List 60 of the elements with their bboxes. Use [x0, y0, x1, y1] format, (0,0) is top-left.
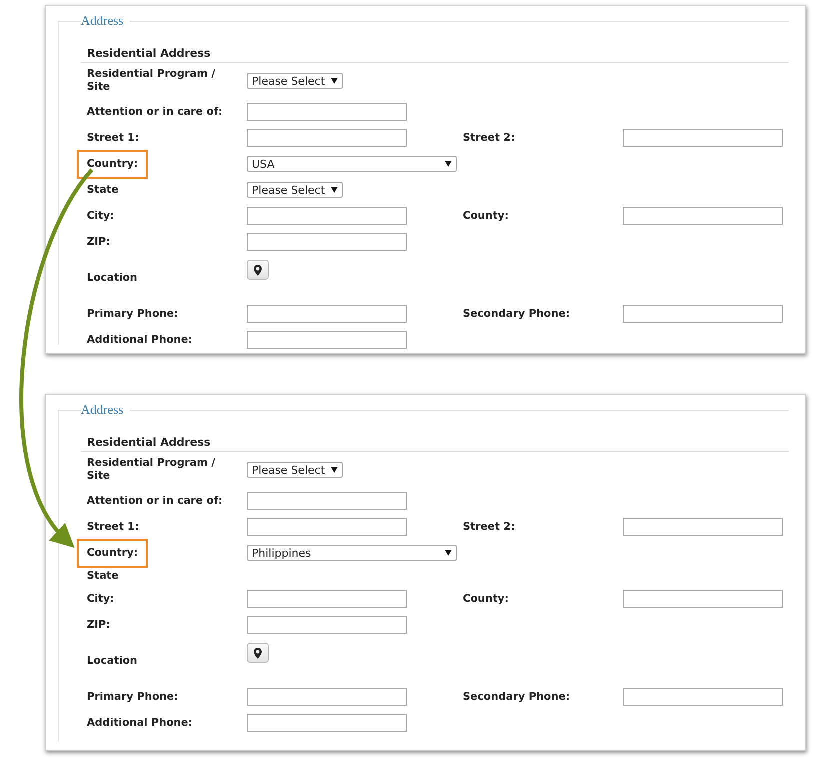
field-label: Street 2: — [463, 132, 516, 144]
field-label: Street 1: — [87, 132, 140, 144]
caret-icon — [331, 467, 338, 473]
dropdown[interactable]: Please Select — [247, 73, 344, 89]
field-label: Street 2: — [463, 520, 516, 534]
text-field[interactable] — [623, 590, 783, 608]
field-label: Attention or in care of: — [87, 106, 223, 118]
text-field[interactable] — [247, 103, 407, 121]
field-label: ZIP: — [87, 236, 110, 248]
field-label: Additional Phone: — [87, 716, 193, 730]
field-label: Residential Program / Site — [87, 68, 216, 94]
text-field[interactable] — [247, 331, 407, 349]
field-label: ZIP: — [87, 618, 110, 632]
dropdown[interactable]: Please Select — [247, 462, 344, 478]
text-field[interactable] — [247, 688, 407, 706]
text-field[interactable] — [247, 492, 407, 510]
section-heading: Residential Address — [81, 47, 789, 63]
text-field[interactable] — [247, 616, 407, 634]
field-label: County: — [463, 210, 509, 222]
text-field[interactable] — [623, 305, 783, 323]
text-field[interactable] — [623, 688, 783, 706]
field-label: Location — [87, 272, 138, 285]
field-label: Attention or in care of: — [87, 494, 223, 508]
caret-icon — [331, 187, 338, 193]
field-label: City: — [87, 592, 114, 606]
location-button[interactable] — [247, 643, 269, 663]
caret-icon — [445, 550, 452, 556]
text-field[interactable] — [623, 207, 783, 225]
field-label: Residential Program / Site — [87, 457, 216, 483]
text-field[interactable] — [247, 305, 407, 323]
field-label: City: — [87, 210, 114, 222]
map-pin-icon — [254, 648, 262, 658]
section-heading: Residential Address — [81, 436, 789, 452]
field-label: Primary Phone: — [87, 308, 178, 320]
field-label: Street 1: — [87, 520, 140, 534]
text-field[interactable] — [247, 129, 407, 147]
field-label: Secondary Phone: — [463, 308, 570, 320]
caret-icon — [331, 78, 338, 84]
dropdown[interactable]: USA — [247, 156, 457, 172]
field-label: State — [87, 570, 119, 582]
text-field[interactable] — [623, 518, 783, 536]
field-label: Country: — [77, 538, 148, 568]
field-label: Additional Phone: — [87, 334, 193, 346]
caret-icon — [445, 161, 452, 167]
dropdown[interactable]: Philippines — [247, 545, 457, 561]
text-field[interactable] — [623, 129, 783, 147]
field-label: County: — [463, 592, 509, 606]
map-pin-icon — [254, 264, 262, 276]
location-button[interactable] — [247, 260, 269, 280]
field-label: Location — [87, 655, 138, 668]
field-label: Secondary Phone: — [463, 690, 570, 704]
field-label: Country: — [77, 150, 148, 178]
text-field[interactable] — [247, 590, 407, 608]
text-field[interactable] — [247, 518, 407, 536]
field-label: Primary Phone: — [87, 690, 178, 704]
text-field[interactable] — [247, 714, 407, 732]
dropdown[interactable]: Please Select — [247, 182, 344, 198]
text-field[interactable] — [247, 207, 407, 225]
text-field[interactable] — [247, 233, 407, 251]
field-label: State — [87, 184, 119, 196]
